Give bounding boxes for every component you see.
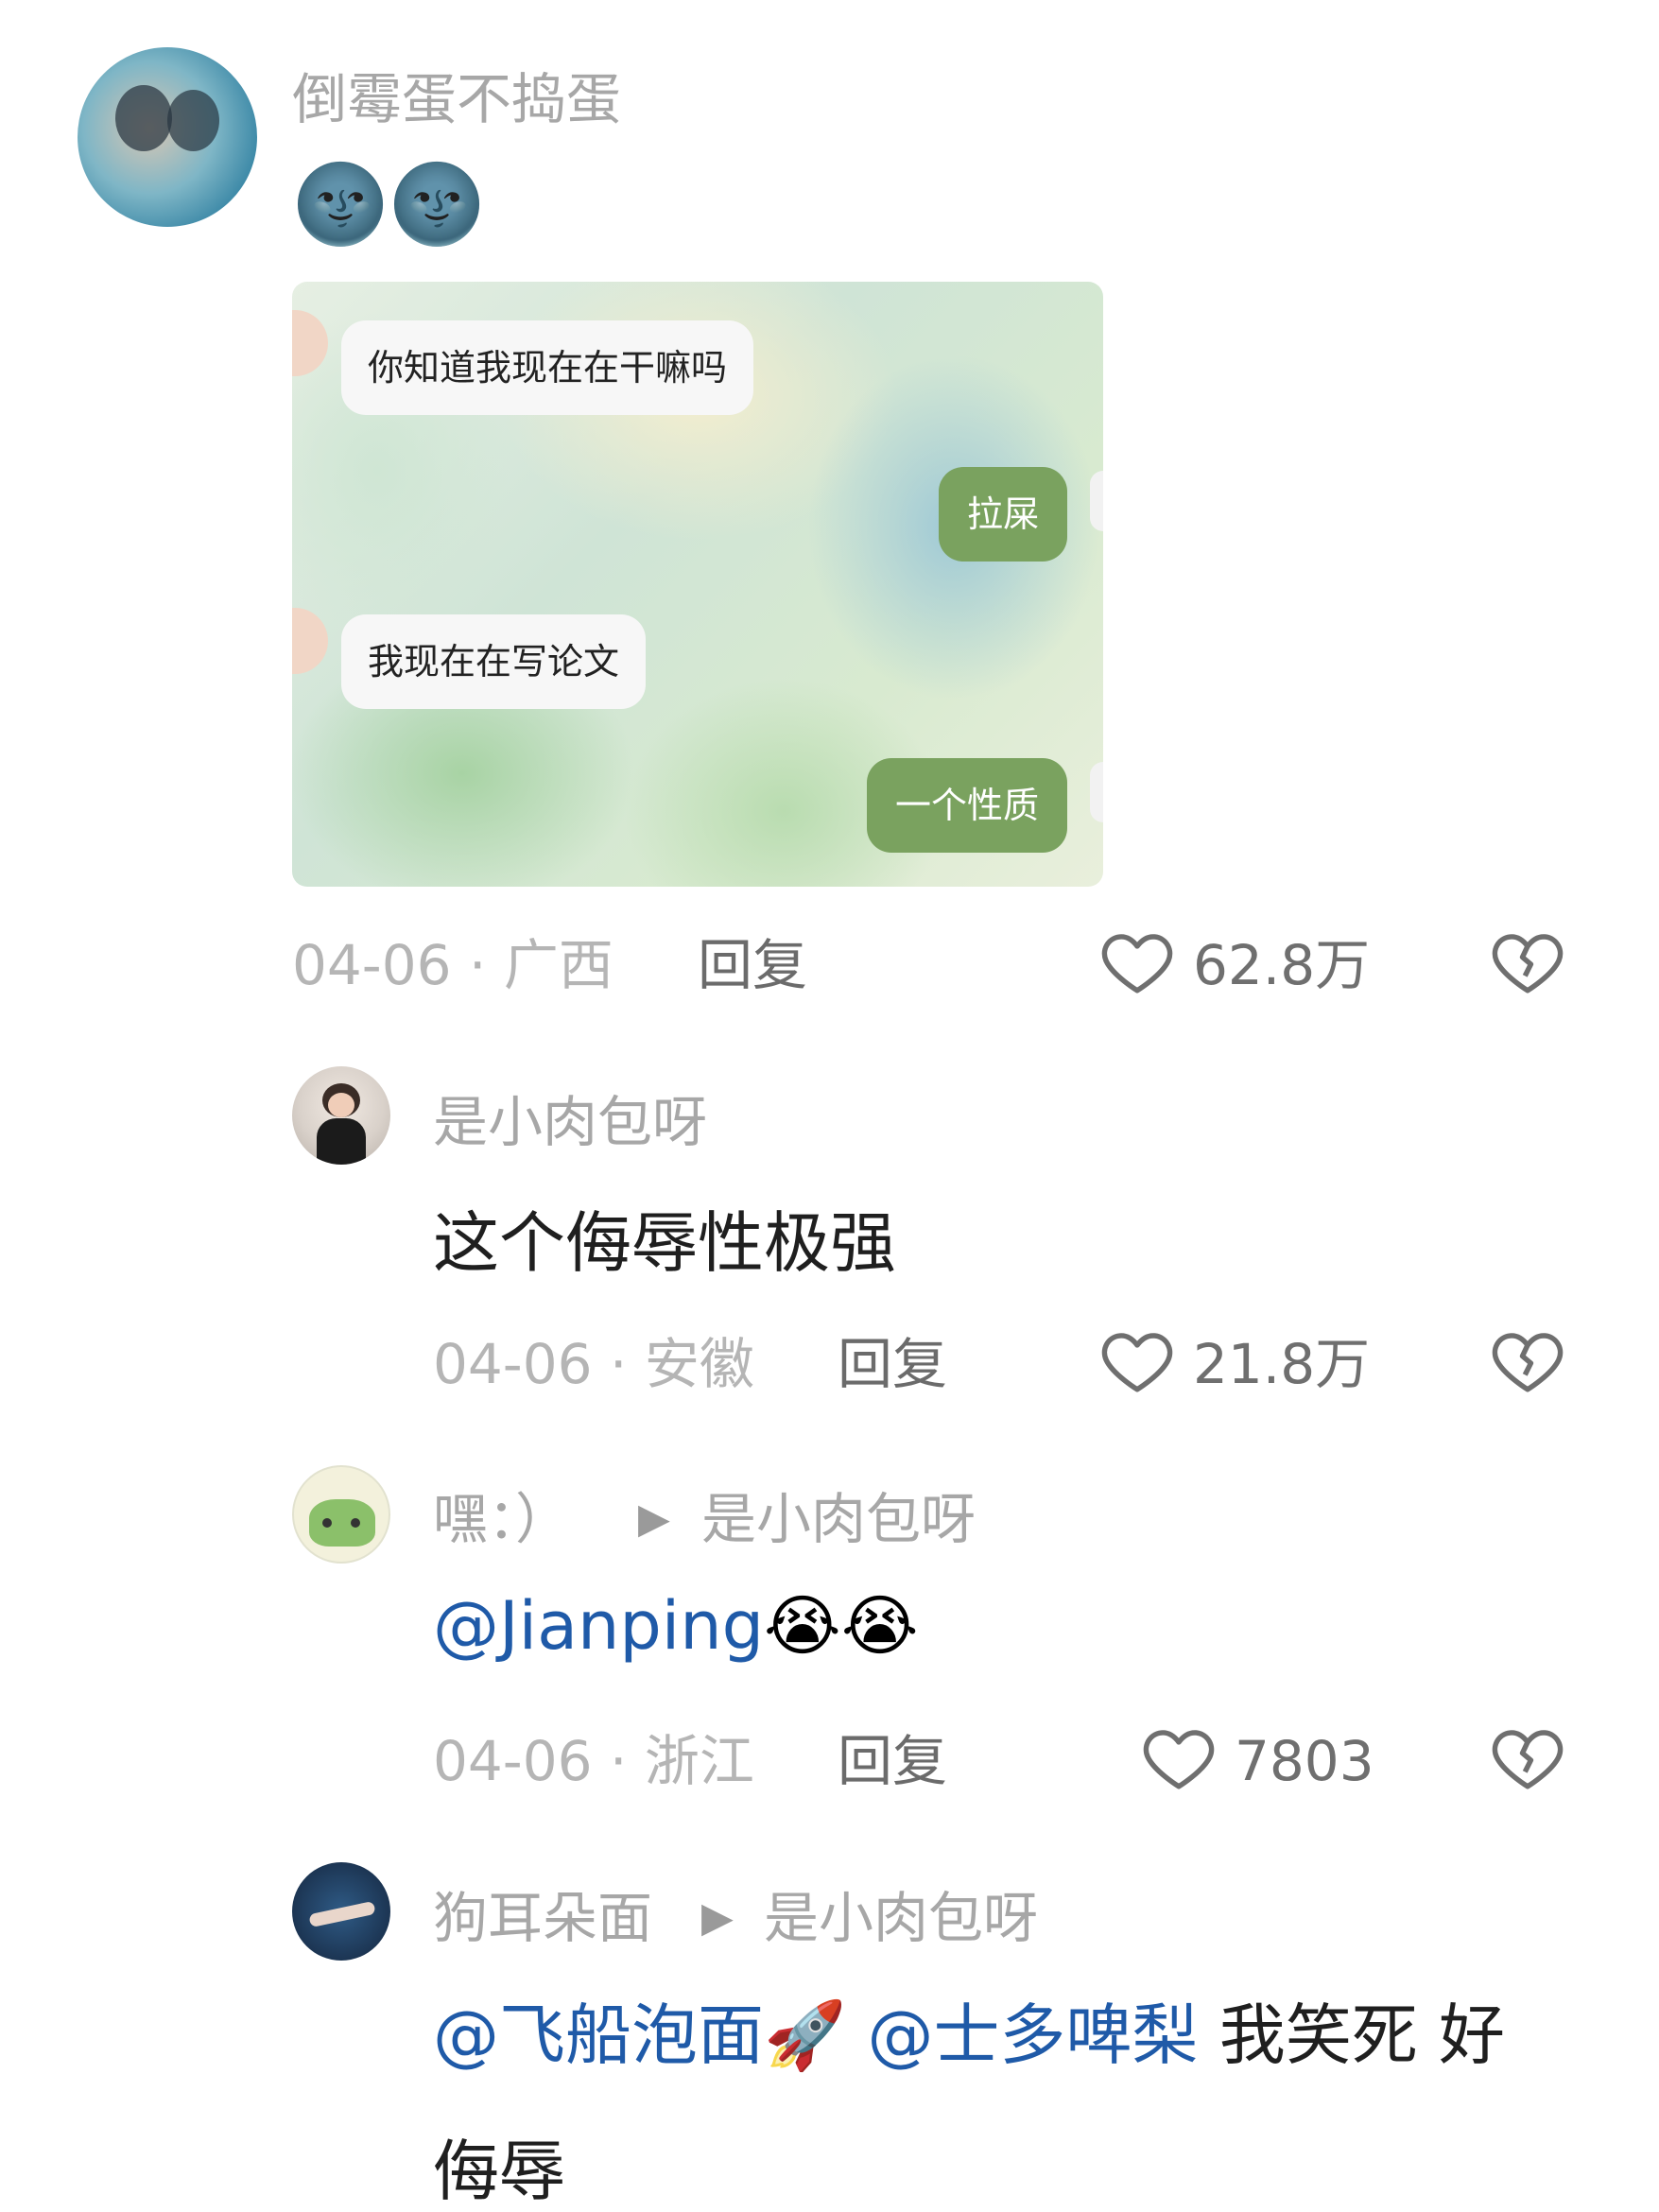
reply-button[interactable]: 回复 — [838, 1337, 947, 1391]
mention-link[interactable]: @飞船泡面🚀 — [433, 1996, 846, 2074]
comment-username[interactable]: 是小肉包呀 — [433, 1095, 707, 1149]
dislike-icon[interactable] — [1489, 1719, 1566, 1796]
comment-text: @飞船泡面🚀 @士多啤梨 我笑死 好 — [433, 2002, 1505, 2068]
reply-target-username[interactable]: 是小肉包呀 — [764, 1891, 1038, 1945]
chat-avatar — [292, 310, 328, 376]
avatar-figure — [308, 1900, 376, 1928]
chat-avatar — [292, 608, 328, 674]
avatar[interactable] — [78, 47, 257, 227]
heart-icon[interactable] — [1140, 1719, 1218, 1796]
avatar[interactable] — [292, 1465, 390, 1564]
heart-icon[interactable] — [1098, 1322, 1176, 1399]
comment-username[interactable]: 倒霉蛋不捣蛋 — [292, 72, 621, 127]
avatar-figure — [115, 85, 172, 151]
comment-text-line: 侮辱 — [433, 2133, 565, 2210]
dislike-icon[interactable] — [1489, 1322, 1566, 1399]
comment-meta: 04-06 · 浙江 — [433, 1729, 754, 1793]
dislike-icon[interactable] — [1489, 923, 1566, 1000]
avatar[interactable] — [292, 1066, 390, 1165]
chat-avatar — [1090, 471, 1103, 531]
comment-meta: 04-06 · 安徽 — [433, 1332, 754, 1396]
reply-target-username[interactable]: 是小肉包呀 — [701, 1492, 976, 1547]
reply-button[interactable]: 回复 — [838, 1734, 947, 1789]
chat-bubble: 拉屎 — [938, 467, 1067, 562]
chat-bubble: 一个性质 — [866, 758, 1067, 853]
heart-icon[interactable] — [1098, 923, 1176, 1000]
comment-emojis: 😭😭 — [764, 1587, 919, 1665]
chat-bubble: 我现在在写论文 — [341, 614, 647, 709]
mention-link[interactable]: @Jianping — [433, 1587, 764, 1665]
avatar-figure — [322, 1518, 332, 1528]
avatar-figure — [309, 1499, 375, 1547]
comment-emojis: 🌚🌚 — [292, 160, 486, 250]
avatar-figure — [167, 90, 219, 151]
avatar-figure — [351, 1518, 360, 1528]
like-count: 7803 — [1235, 1729, 1374, 1793]
comment-text-line: 我笑死 好 — [1218, 1996, 1505, 2074]
chat-avatar — [1090, 762, 1103, 822]
comment-username[interactable]: 嘿：） — [433, 1492, 570, 1547]
avatar-figure — [328, 1093, 354, 1117]
comment-text: 这个侮辱性极强 — [433, 1204, 896, 1282]
chat-bubble: 你知道我现在在干嘛吗 — [341, 320, 754, 415]
comment-screenshot-image[interactable]: 你知道我现在在干嘛吗 拉屎 我现在在写论文 一个性质 — [292, 282, 1103, 887]
like-count: 62.8万 — [1193, 933, 1371, 997]
comment-meta: 04-06 · 广西 — [292, 933, 613, 997]
avatar-figure — [317, 1118, 366, 1165]
reply-button[interactable]: 回复 — [698, 938, 807, 993]
avatar[interactable] — [292, 1862, 390, 1961]
comment-text: @Jianping😭😭 — [433, 1593, 919, 1659]
reply-arrow-icon: ▶ — [638, 1495, 670, 1543]
comment-username[interactable]: 狗耳朵面 — [433, 1891, 652, 1945]
reply-arrow-icon: ▶ — [701, 1893, 734, 1942]
like-count: 21.8万 — [1193, 1332, 1371, 1396]
mention-link[interactable]: @士多啤梨 — [867, 1996, 1198, 2074]
